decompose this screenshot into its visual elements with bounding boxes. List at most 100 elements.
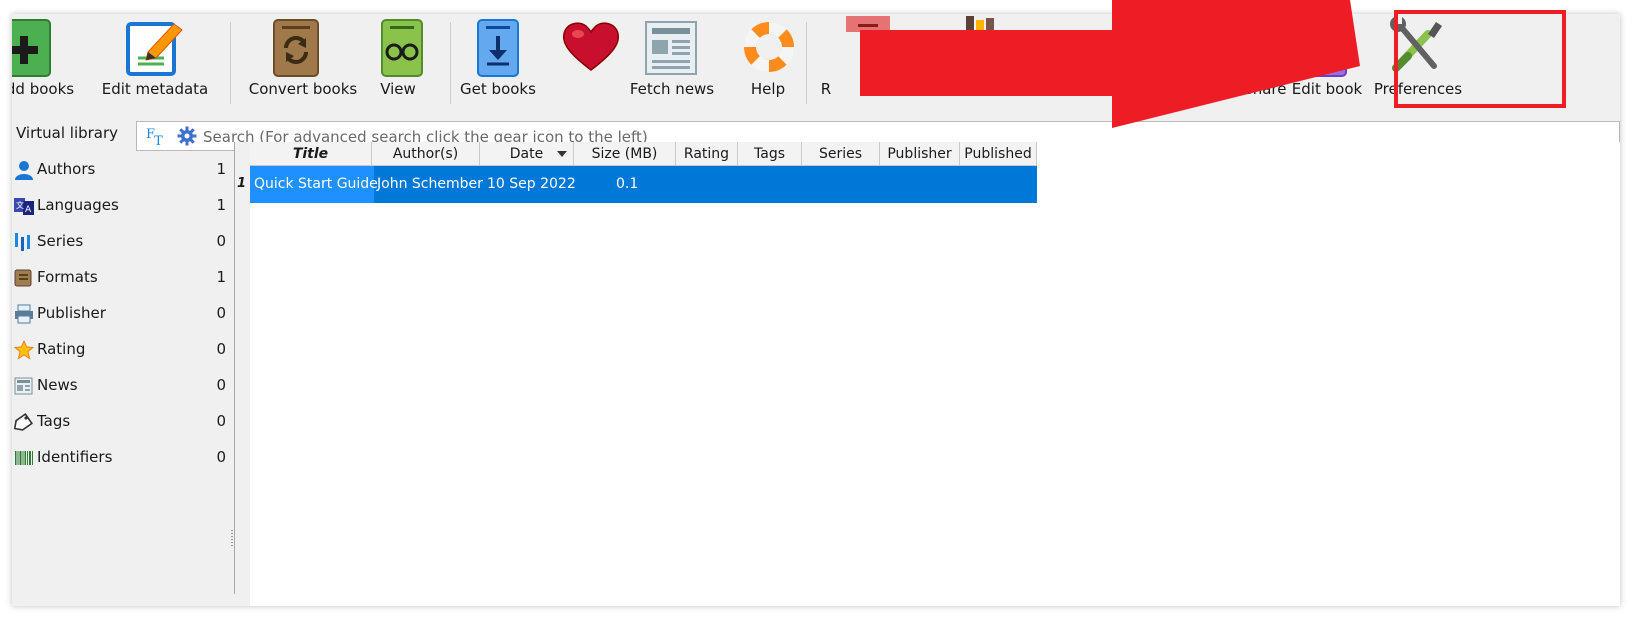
connect-share-button[interactable]: nnect/share	[1182, 14, 1292, 114]
svg-text:A: A	[25, 205, 32, 215]
network-icon	[1206, 16, 1256, 56]
tag-browser-item-identifiers[interactable]: Identifiers 0	[12, 442, 234, 474]
connect-share-label: nnect/share	[1197, 80, 1287, 98]
view-button[interactable]: View	[370, 14, 440, 114]
tag-label: Authors	[37, 160, 96, 178]
column-header-date[interactable]: Date	[480, 142, 574, 166]
tag-browser-item-languages[interactable]: 文 A Languages 1	[12, 190, 234, 222]
book-icon	[14, 269, 32, 287]
remove-books-button[interactable]: R	[812, 14, 832, 114]
column-header-published[interactable]: Published	[960, 142, 1037, 166]
cell-rating[interactable]	[676, 166, 738, 203]
edit-metadata-button[interactable]: Edit metadata	[102, 14, 224, 114]
book-list: Title Author(s) Date Size (MB) Rating Ta…	[235, 142, 1620, 606]
column-header-title[interactable]: Title	[250, 142, 372, 166]
tag-label: Languages	[37, 196, 119, 214]
cell-publisher[interactable]	[880, 166, 960, 203]
donate-button[interactable]	[560, 14, 630, 114]
remove-book-icon	[846, 16, 890, 32]
tag-count: 1	[216, 160, 226, 178]
tag-label: Rating	[37, 340, 86, 358]
tag-count: 0	[216, 412, 226, 430]
column-header-tags[interactable]: Tags	[738, 142, 802, 166]
cell-authors[interactable]: John Schember	[377, 166, 483, 203]
get-books-button[interactable]: Get books	[458, 14, 558, 114]
column-header-size[interactable]: Size (MB)	[574, 142, 676, 166]
heart-icon	[562, 22, 620, 71]
tag-count: 0	[216, 376, 226, 394]
column-header-authors[interactable]: Author(s)	[372, 142, 480, 166]
main-toolbar: dd books Edit metadata Convert books Vie…	[12, 14, 1620, 114]
tag-label: Identifiers	[37, 448, 113, 466]
help-label: Help	[750, 80, 786, 98]
fetch-news-label: Fetch news	[629, 80, 715, 98]
tag-count: 1	[216, 268, 226, 286]
tag-count: 0	[216, 448, 226, 466]
calibre-window: dd books Edit metadata Convert books Vie…	[12, 14, 1620, 606]
svg-text:T: T	[154, 134, 163, 147]
download-book-icon	[477, 19, 519, 77]
view-book-icon	[381, 19, 423, 77]
help-button[interactable]: Help	[736, 14, 800, 114]
convert-books-label: Convert books	[248, 80, 358, 98]
sort-descending-icon	[557, 151, 567, 157]
svg-text:文: 文	[16, 200, 24, 210]
cell-published[interactable]	[960, 166, 1037, 203]
star-icon	[14, 340, 34, 360]
virtual-library-button[interactable]: Virtual library	[16, 124, 118, 142]
tag-browser-item-news[interactable]: News 0	[12, 370, 234, 402]
preferences-label: Preferences	[1373, 80, 1463, 98]
cell-series[interactable]	[802, 166, 880, 203]
tools-icon	[1390, 16, 1442, 72]
person-icon	[15, 161, 33, 180]
tag-browser-item-tags[interactable]: Tags 0	[12, 406, 234, 438]
get-books-label: Get books	[460, 80, 536, 98]
tag-label: News	[37, 376, 78, 394]
cell-title[interactable]: Quick Start Guide	[250, 166, 378, 203]
toolbar-separator	[450, 22, 451, 104]
column-header-publisher[interactable]: Publisher	[880, 142, 960, 166]
cell-date[interactable]: 10 Sep 2022	[487, 166, 581, 203]
column-header-date-label: Date	[509, 146, 544, 162]
convert-books-button[interactable]: Convert books	[240, 14, 360, 114]
tag-count: 0	[216, 340, 226, 358]
tag-count: 0	[216, 304, 226, 322]
view-label: View	[380, 80, 416, 98]
gear-icon[interactable]	[177, 126, 197, 146]
table-row[interactable]: Quick Start Guide John Schember 10 Sep 2…	[250, 166, 1037, 203]
tag-browser-item-rating[interactable]: Rating 0	[12, 334, 234, 366]
fetch-news-button[interactable]: Fetch news	[629, 14, 732, 114]
splitter-grip[interactable]	[231, 530, 233, 548]
cell-size[interactable]: 0.1	[616, 166, 676, 203]
tag-label: Series	[37, 232, 84, 250]
tag-browser-item-series[interactable]: Series 0	[12, 226, 234, 258]
add-books-label: dd books	[12, 80, 75, 98]
edit-book-icon	[1305, 19, 1347, 77]
tag-count: 1	[216, 196, 226, 214]
tag-label: Tags	[37, 412, 71, 430]
row-number[interactable]: 1	[237, 176, 246, 191]
series-icon	[15, 233, 30, 251]
column-header-rating[interactable]: Rating	[676, 142, 738, 166]
column-header-series[interactable]: Series	[802, 142, 880, 166]
tag-label: Publisher	[37, 304, 106, 322]
tag-icon	[14, 413, 33, 431]
edit-metadata-icon	[126, 22, 183, 76]
tag-browser-item-publisher[interactable]: Publisher 0	[12, 298, 234, 330]
tag-browser-item-authors[interactable]: Authors 1	[12, 154, 234, 186]
row-header-column	[235, 142, 250, 606]
printer-icon	[15, 304, 33, 324]
tag-browser: Authors 1 文 A Languages 1 Series 0 Forma…	[12, 154, 234, 606]
add-books-button[interactable]: dd books	[12, 14, 102, 114]
full-text-search-icon[interactable]: F T	[145, 125, 167, 147]
edit-book-label: Edit book	[1291, 80, 1363, 98]
edit-book-button[interactable]: Edit book	[1292, 14, 1362, 114]
newspaper-icon	[645, 21, 697, 75]
barcode-icon	[15, 451, 33, 465]
lifebuoy-icon	[743, 21, 795, 73]
toolbar-separator	[806, 22, 807, 104]
toolbar-separator	[230, 22, 231, 104]
preferences-button[interactable]: Preferences	[1368, 14, 1468, 114]
tag-browser-item-formats[interactable]: Formats 1	[12, 262, 234, 294]
cell-tags[interactable]	[738, 166, 802, 203]
